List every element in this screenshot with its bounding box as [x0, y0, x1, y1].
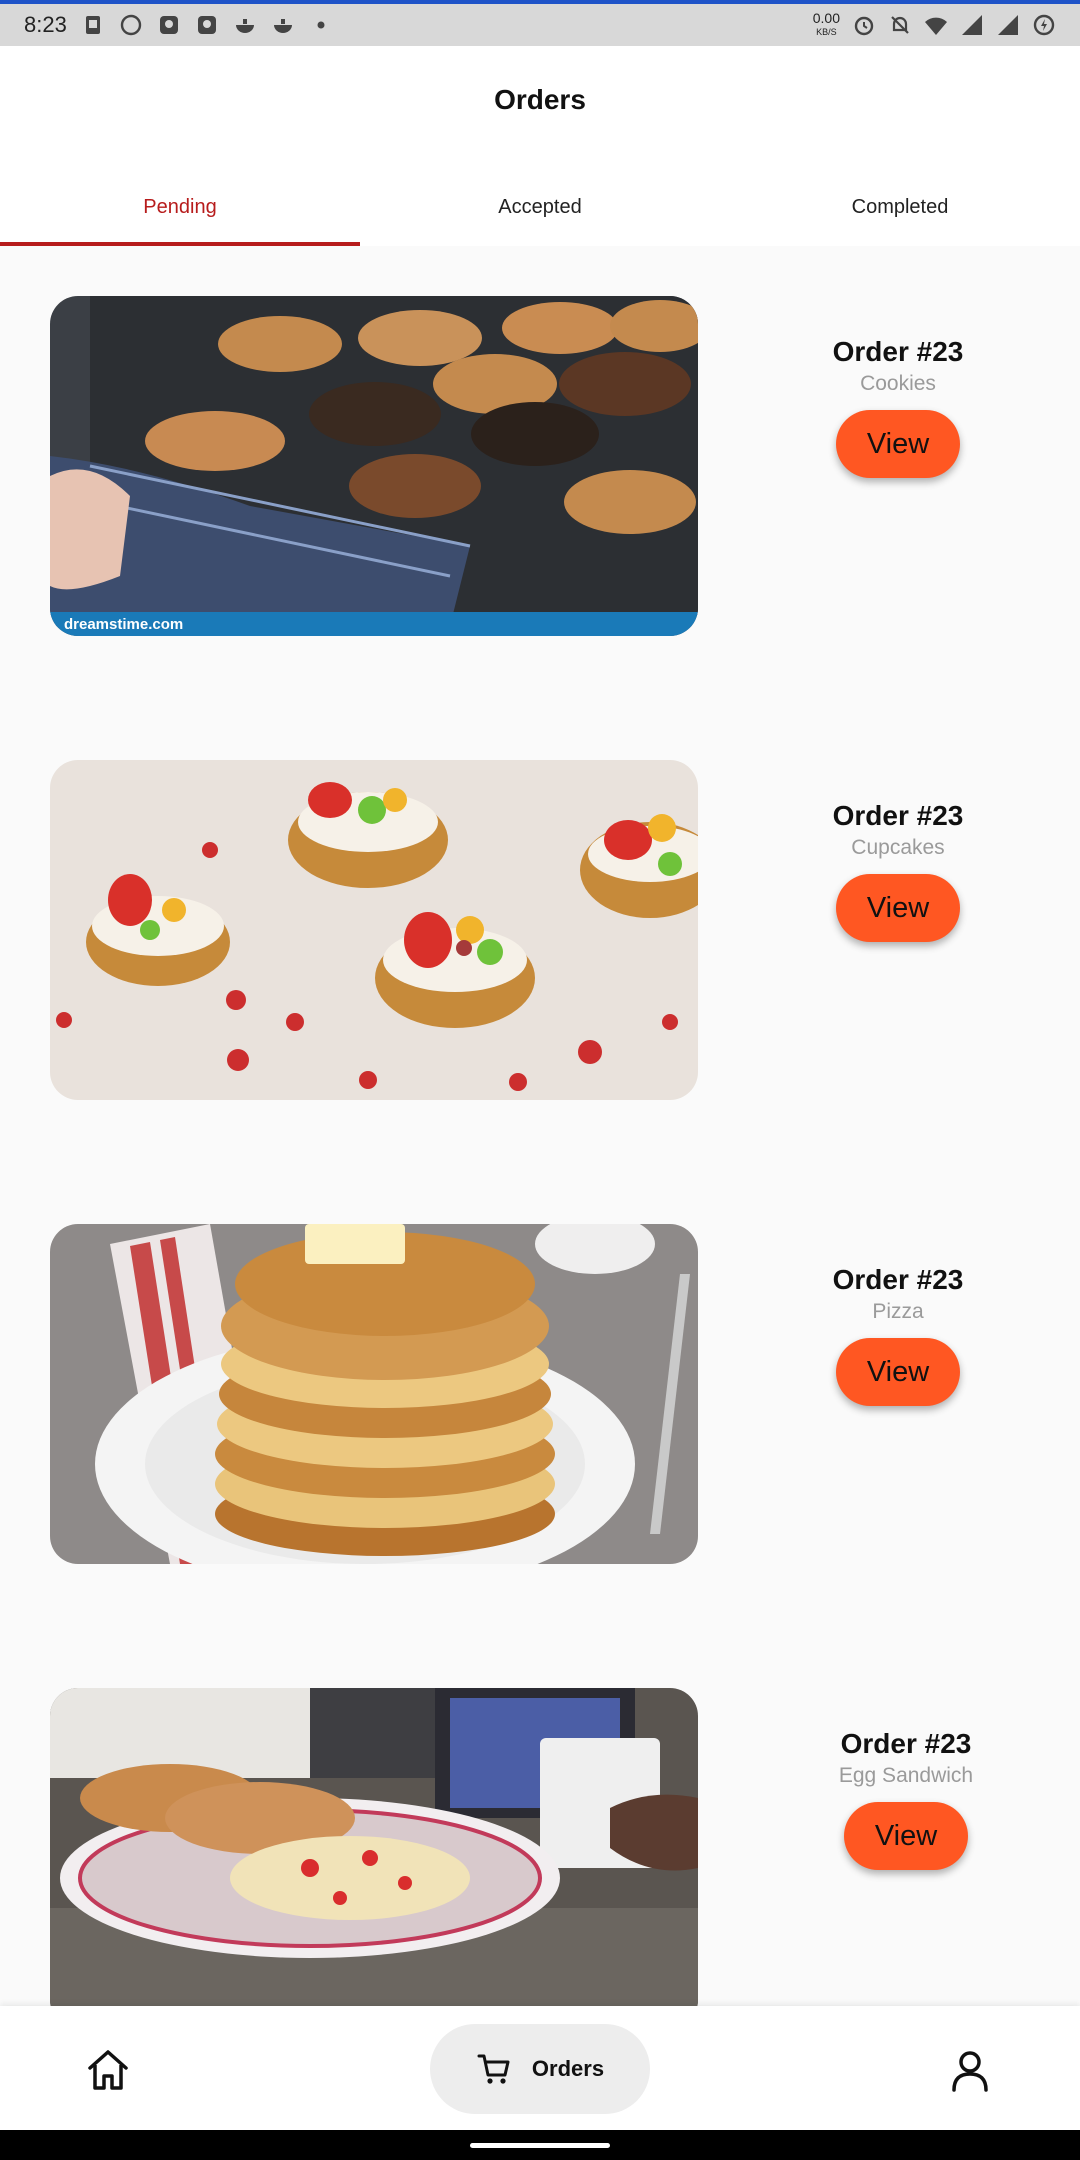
- order-title: Order #23: [840, 1728, 972, 1759]
- battery-saver-icon: [1033, 14, 1055, 36]
- bottom-navigation: Orders: [0, 2006, 1080, 2130]
- order-card: Order #23 Pizza View: [0, 1224, 1080, 1564]
- order-item-name: Cookies: [860, 372, 936, 395]
- order-card: dreamstime.com Order #23 Cookies View: [0, 296, 1080, 636]
- home-indicator[interactable]: [470, 2143, 610, 2148]
- order-image-pizza: [50, 1224, 698, 1564]
- view-order-button[interactable]: View: [836, 410, 960, 478]
- status-bar: 8:23 0.00 KB/S: [0, 0, 1080, 46]
- view-order-button[interactable]: View: [844, 1802, 968, 1870]
- whatsapp-icon: [120, 14, 142, 36]
- status-left: 8:23: [24, 12, 333, 38]
- order-info: Order #23 Cookies View: [748, 336, 1048, 478]
- order-item-name: Pizza: [872, 1300, 924, 1323]
- view-order-button[interactable]: View: [836, 1338, 960, 1406]
- order-info: Order #23 Egg Sandwich View: [756, 1728, 1056, 1870]
- app-icon: [159, 16, 178, 34]
- bowl-icon: [273, 19, 292, 33]
- order-title: Order #23: [832, 1264, 964, 1295]
- nav-orders-label: Orders: [531, 2056, 605, 2081]
- signal-icon: [998, 15, 1018, 35]
- app-header: Orders Pending Accepted Completed: [0, 46, 1080, 246]
- status-right: 0.00 KB/S: [813, 11, 1056, 39]
- mute-icon: [891, 16, 909, 34]
- page-title: Orders: [494, 84, 586, 115]
- view-order-button[interactable]: View: [836, 874, 960, 942]
- order-item-name: Egg Sandwich: [838, 1764, 974, 1787]
- alarm-icon: [854, 16, 874, 36]
- gesture-navigation-bar: [0, 2130, 1080, 2160]
- order-card: Order #23 Egg Sandwich View: [0, 1688, 1080, 2006]
- cart-icon: [477, 2054, 510, 2084]
- nav-orders[interactable]: Orders: [430, 2024, 650, 2114]
- tab-accepted[interactable]: Accepted: [360, 166, 720, 246]
- signal-icon: [962, 15, 982, 35]
- sim-icon: [85, 16, 100, 34]
- order-image-cookies: dreamstime.com: [50, 296, 698, 636]
- network-speed: 0.00 KB/S: [812, 10, 840, 37]
- user-icon[interactable]: [946, 2046, 994, 2094]
- order-image-egg-sandwich: [50, 1688, 698, 2006]
- status-time: 8:23: [24, 12, 67, 37]
- order-info: Order #23 Pizza View: [748, 1264, 1048, 1406]
- order-item-name: Cupcakes: [851, 836, 945, 859]
- bowl-icon: [235, 19, 254, 33]
- order-title: Order #23: [832, 800, 964, 831]
- home-icon[interactable]: [84, 2046, 132, 2094]
- order-title: Order #23: [832, 336, 964, 367]
- order-list[interactable]: dreamstime.com Order #23 Cookies View Or…: [0, 246, 1080, 2006]
- order-image-cupcakes: [50, 760, 698, 1100]
- tab-bar: Pending Accepted Completed: [0, 166, 1080, 246]
- app-icon: [197, 16, 216, 34]
- order-info: Order #23 Cupcakes View: [748, 800, 1048, 942]
- tab-completed[interactable]: Completed: [720, 166, 1080, 246]
- order-card: Order #23 Cupcakes View: [0, 760, 1080, 1100]
- wifi-icon: [925, 17, 947, 35]
- watermark-text: dreamstime.com: [64, 616, 183, 633]
- dot-icon: [317, 21, 325, 29]
- tab-pending[interactable]: Pending: [0, 166, 360, 246]
